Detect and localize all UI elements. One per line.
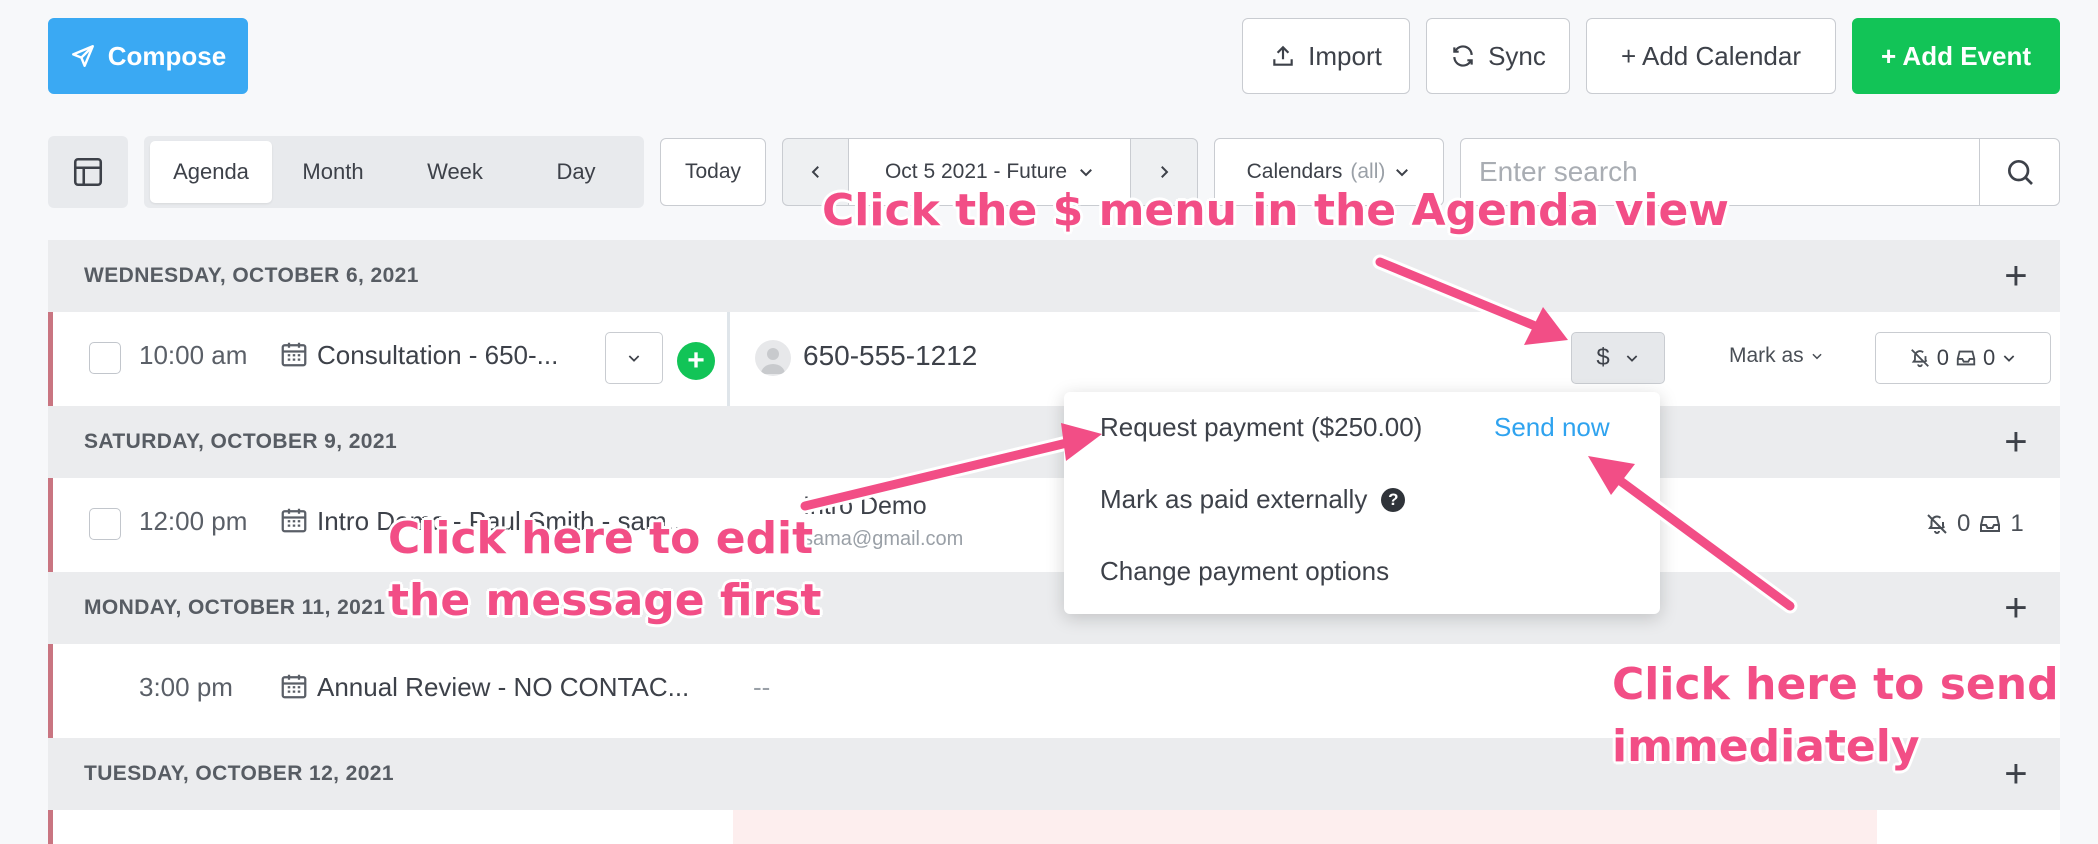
- mark-paid-item[interactable]: Mark as paid externally ?: [1100, 484, 1406, 515]
- event-contact[interactable]: 650-555-1212: [803, 340, 977, 372]
- request-payment-item[interactable]: Request payment ($250.00): [1100, 412, 1422, 443]
- day-label: SATURDAY, OCTOBER 9, 2021: [84, 430, 398, 453]
- send-icon: [71, 45, 94, 67]
- tab-week[interactable]: Week: [394, 141, 516, 203]
- change-payment-options-item[interactable]: Change payment options: [1100, 556, 1389, 587]
- search-icon: [2007, 160, 2033, 185]
- day-label: TUESDAY, OCTOBER 12, 2021: [84, 762, 394, 785]
- calendar-icon: [281, 508, 307, 533]
- message-count: 1: [2010, 510, 2024, 537]
- annotation-send-hint-line1: Click here to send: [1612, 659, 2059, 710]
- chevron-right-icon: [1161, 166, 1169, 178]
- bell-off-icon: [1927, 514, 1947, 534]
- mark-paid-label: Mark as paid externally: [1100, 484, 1368, 514]
- divider: [727, 312, 730, 406]
- event-row[interactable]: 10:00 am Consultation - 650-... + 650-55…: [48, 312, 2060, 406]
- day-label: MONDAY, OCTOBER 11, 2021: [84, 596, 386, 619]
- chevron-down-icon: [1812, 353, 1822, 360]
- chevron-down-icon: [1080, 169, 1092, 177]
- event-time: 10:00 am: [139, 340, 248, 370]
- annotation-edit-hint-line1: Click here to edit: [388, 513, 814, 564]
- layout-toggle-button[interactable]: [48, 136, 128, 208]
- layout-icon: [73, 157, 103, 187]
- event-checkbox[interactable]: [89, 342, 121, 374]
- add-event-label: + Add Event: [1880, 40, 2031, 71]
- day-header: SATURDAY, OCTOBER 9, 2021 +: [48, 406, 2060, 478]
- event-time: 12:00 pm: [139, 506, 248, 536]
- day-header: WEDNESDAY, OCTOBER 6, 2021 +: [48, 240, 2060, 312]
- event-row[interactable]: 12:00 pm Intro Demo - Paul Smith - sam..…: [48, 478, 2060, 572]
- payment-dropdown-menu: Request payment ($250.00) Send now Mark …: [1064, 392, 1660, 614]
- event-contact: --: [753, 672, 771, 702]
- avatar: [755, 340, 791, 376]
- event-title[interactable]: Annual Review - NO CONTAC...: [317, 672, 689, 703]
- event-time: 3:00 pm: [139, 672, 233, 702]
- upload-icon: [1273, 45, 1293, 66]
- event-row[interactable]: [48, 810, 2060, 844]
- notification-counts: 0 1: [1925, 510, 2024, 538]
- event-title[interactable]: Consultation - 650-...: [317, 340, 558, 371]
- reminder-count: 0: [1957, 510, 1971, 537]
- person-icon: [761, 348, 785, 374]
- view-switcher: Agenda Month Week Day: [144, 136, 644, 208]
- add-calendar-button[interactable]: + Add Calendar: [1586, 18, 1836, 94]
- chevron-down-icon: [1396, 169, 1409, 177]
- add-event-button[interactable]: + Add Event: [1852, 18, 2060, 94]
- annotation-menu-hint: Click the $ menu in the Agenda view: [822, 185, 1729, 236]
- day-label: WEDNESDAY, OCTOBER 6, 2021: [84, 264, 419, 287]
- add-event-plus-icon[interactable]: +: [2004, 420, 2028, 465]
- import-label: Import: [1308, 40, 1382, 71]
- add-event-plus-icon[interactable]: +: [2004, 254, 2028, 299]
- today-button[interactable]: Today: [660, 138, 766, 206]
- add-contact-plus-icon[interactable]: +: [677, 342, 715, 380]
- sync-button[interactable]: Sync: [1426, 18, 1570, 94]
- dollar-label: $: [1596, 344, 1610, 371]
- import-button[interactable]: Import: [1242, 18, 1410, 94]
- sync-label: Sync: [1488, 40, 1546, 71]
- event-checkbox[interactable]: [89, 508, 121, 540]
- chevron-left-icon: [811, 166, 819, 178]
- event-options-button[interactable]: [605, 332, 663, 384]
- add-event-plus-icon[interactable]: +: [2004, 752, 2028, 797]
- calendar-icon: [281, 342, 307, 367]
- annotation-edit-hint-line2: the message first: [388, 575, 822, 626]
- chevron-down-icon: [1626, 355, 1637, 362]
- mark-as-label: Mark as: [1729, 344, 1804, 367]
- tab-month[interactable]: Month: [272, 141, 394, 203]
- event-highlight: [733, 810, 1877, 844]
- add-event-plus-icon[interactable]: +: [2004, 586, 2028, 631]
- message-count: 0: [1983, 345, 1996, 370]
- reminder-count: 0: [1936, 345, 1949, 370]
- annotation-send-hint-line2: immediately: [1612, 721, 1920, 772]
- tab-agenda[interactable]: Agenda: [150, 141, 272, 203]
- search-button[interactable]: [1979, 139, 2059, 205]
- mark-as-dropdown[interactable]: Mark as: [1729, 344, 1824, 368]
- event-contact[interactable]: Intro Demo: [803, 492, 927, 521]
- notifications-dropdown[interactable]: 0 0: [1875, 332, 2051, 384]
- payment-menu-button[interactable]: $: [1571, 332, 1665, 384]
- send-now-link[interactable]: Send now: [1494, 412, 1610, 443]
- day-header: MONDAY, OCTOBER 11, 2021 +: [48, 572, 2060, 644]
- help-icon: ?: [1381, 487, 1406, 512]
- inbox-icon: [1980, 516, 2001, 532]
- chevron-down-icon: [628, 355, 640, 362]
- compose-label: Compose: [107, 40, 227, 71]
- inbox-icon: [1956, 350, 1976, 366]
- tab-day[interactable]: Day: [516, 141, 636, 203]
- chevron-down-icon: [2003, 355, 2015, 362]
- event-contact-email: sama@gmail.com: [803, 528, 964, 550]
- add-calendar-label: + Add Calendar: [1621, 40, 1801, 71]
- compose-button[interactable]: Compose: [48, 18, 248, 94]
- sync-icon: [1453, 45, 1473, 67]
- calendar-icon: [281, 674, 307, 699]
- bell-off-icon: [1910, 349, 1929, 368]
